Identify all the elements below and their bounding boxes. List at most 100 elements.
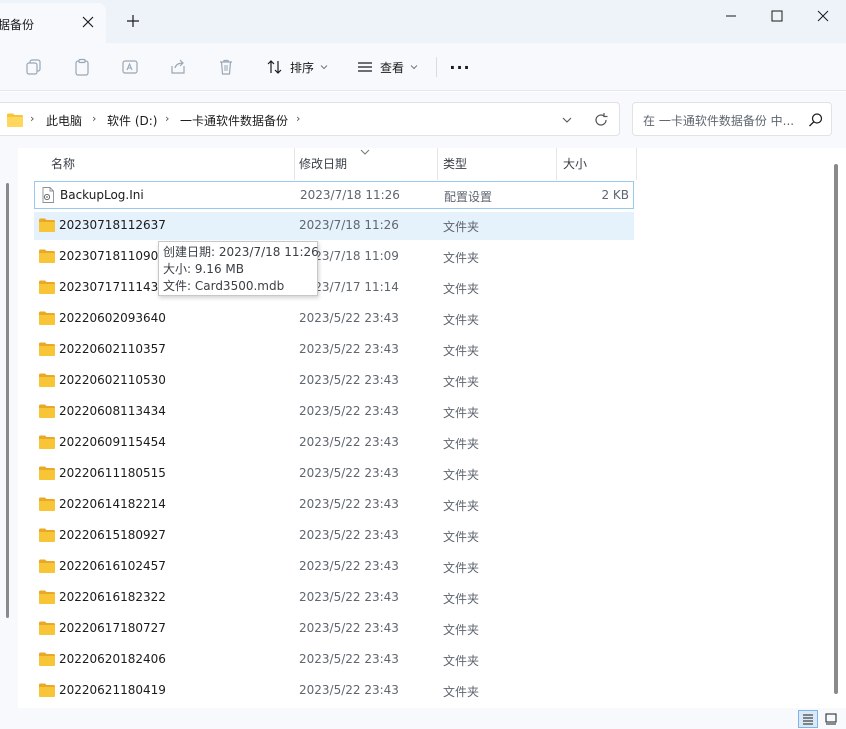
item-modified-date: 2023/5/22 23:43 — [299, 528, 399, 542]
address-bar[interactable]: › 此电脑 › 软件 (D:) › 一卡通软件数据备份 › — [0, 102, 620, 136]
column-header-date[interactable]: 修改日期 — [295, 148, 437, 180]
refresh-icon[interactable] — [592, 111, 610, 129]
details-view-button[interactable] — [798, 710, 818, 728]
folder-icon — [39, 683, 55, 697]
folder-row[interactable]: 20220614182214 2023/5/22 23:43 文件夹 — [34, 491, 634, 519]
folder-row[interactable]: 20220609115454 2023/5/22 23:43 文件夹 — [34, 429, 634, 457]
search-icon — [809, 113, 823, 127]
folder-row[interactable]: 20220616182322 2023/5/22 23:43 文件夹 — [34, 584, 634, 612]
minimize-icon — [726, 15, 736, 17]
breadcrumb-backup-folder[interactable]: 一卡通软件数据备份 — [180, 112, 288, 129]
breadcrumb-separator: › — [296, 112, 301, 125]
item-type: 文件夹 — [443, 499, 480, 513]
view-label: 查看 — [380, 60, 405, 75]
tab-current[interactable]: 数据备份 — [0, 3, 106, 43]
item-modified-date: 2023/5/22 23:43 — [299, 373, 399, 387]
column-divider[interactable] — [636, 148, 637, 180]
item-type: 文件夹 — [443, 437, 480, 451]
folder-row[interactable]: 20220602093640 2023/5/22 23:43 文件夹 — [34, 305, 634, 333]
item-name: 20220615180927 — [59, 528, 166, 542]
folder-icon — [39, 342, 55, 356]
title-bar: 数据备份 — [0, 0, 846, 43]
column-header-size[interactable]: 大小 — [557, 148, 637, 180]
folder-row[interactable]: 20220602110357 2023/5/22 23:43 文件夹 — [34, 336, 634, 364]
paste-button[interactable] — [70, 55, 94, 79]
folder-icon — [39, 280, 55, 294]
item-name: 20220621180419 — [59, 683, 166, 697]
delete-button[interactable] — [214, 55, 238, 79]
item-type: 文件夹 — [443, 375, 480, 389]
item-type: 文件夹 — [443, 561, 480, 575]
folder-row[interactable]: 20220615180927 2023/5/22 23:43 文件夹 — [34, 522, 634, 550]
breadcrumb-separator: › — [165, 112, 170, 125]
sort-icon — [267, 60, 282, 74]
column-header-name[interactable]: 名称 — [34, 148, 294, 180]
more-options-button[interactable]: ··· — [448, 55, 472, 79]
folder-row[interactable]: 20230718112637 2023/7/18 11:26 文件夹 — [34, 212, 634, 240]
share-icon — [171, 59, 185, 74]
folder-icon — [39, 435, 55, 449]
folder-row[interactable]: 20220621180419 2023/5/22 23:43 文件夹 — [34, 677, 634, 705]
folder-icon — [39, 497, 55, 511]
folder-row[interactable]: 20220611180515 2023/5/22 23:43 文件夹 — [34, 460, 634, 488]
maximize-button[interactable] — [754, 0, 800, 32]
breadcrumb-separator: › — [92, 112, 97, 125]
breadcrumb-drive-d[interactable]: 软件 (D:) — [107, 112, 157, 129]
item-name: 20230717111439 — [59, 280, 166, 294]
folder-row[interactable]: 20220617180727 2023/5/22 23:43 文件夹 — [34, 615, 634, 643]
sort-button[interactable]: 排序 — [266, 54, 328, 80]
column-header-type[interactable]: 类型 — [438, 148, 556, 180]
search-box[interactable]: 在 一卡通软件数据备份 中... — [632, 102, 832, 136]
tiles-view-button[interactable] — [821, 710, 841, 728]
folder-icon — [39, 652, 55, 666]
search-placeholder: 在 一卡通软件数据备份 中... — [643, 114, 795, 128]
item-type: 文件夹 — [443, 344, 480, 358]
item-modified-date: 2023/5/22 23:43 — [299, 311, 399, 325]
breadcrumb-this-pc[interactable]: 此电脑 — [46, 112, 82, 129]
minimize-button[interactable] — [708, 0, 754, 32]
breadcrumb-separator: › — [30, 112, 35, 125]
vertical-scrollbar[interactable] — [834, 164, 838, 694]
folder-icon — [39, 249, 55, 263]
item-modified-date: 2023/7/18 11:26 — [299, 218, 399, 232]
status-bar — [0, 708, 846, 729]
folder-row[interactable]: 20220620182406 2023/5/22 23:43 文件夹 — [34, 646, 634, 674]
close-icon[interactable] — [80, 14, 96, 30]
view-button[interactable]: 查看 — [356, 54, 418, 80]
tab-title: 数据备份 — [0, 18, 35, 32]
navigation-pane-edge — [0, 148, 18, 708]
item-name: 20230718112637 — [59, 218, 166, 232]
folder-row[interactable]: 20230717111439 2023/7/17 11:14 文件夹 — [34, 274, 634, 302]
rename-button[interactable] — [118, 55, 142, 79]
item-type: 文件夹 — [443, 592, 480, 606]
item-name: 20220611180515 — [59, 466, 166, 480]
tooltip-size: 大小: 9.16 MB — [163, 262, 244, 276]
folder-row[interactable]: 20230718110909 2023/7/18 11:09 文件夹 — [34, 243, 634, 271]
item-modified-date: 2023/5/22 23:43 — [299, 466, 399, 480]
item-name: 20220602110357 — [59, 342, 166, 356]
chevron-down-icon[interactable] — [558, 112, 576, 128]
folder-icon — [39, 373, 55, 387]
share-button[interactable] — [166, 55, 190, 79]
item-name: 20220608113434 — [59, 404, 166, 418]
chevron-down-icon — [410, 65, 418, 70]
folder-icon — [39, 559, 55, 573]
folder-row[interactable]: 20220602110530 2023/5/22 23:43 文件夹 — [34, 367, 634, 395]
plus-icon[interactable] — [124, 12, 142, 30]
folder-icon — [7, 113, 23, 127]
folder-icon — [39, 621, 55, 635]
item-name: 20220620182406 — [59, 652, 166, 666]
rename-icon — [122, 60, 138, 74]
tiles-view-icon — [825, 713, 837, 725]
tooltip-created: 创建日期: 2023/7/18 11:26 — [163, 245, 319, 259]
folder-row[interactable]: 20220608113434 2023/5/22 23:43 文件夹 — [34, 398, 634, 426]
copy-button[interactable] — [22, 55, 46, 79]
close-window-button[interactable] — [800, 0, 846, 32]
folder-row[interactable]: 20220616102457 2023/5/22 23:43 文件夹 — [34, 553, 634, 581]
item-name: 20220616102457 — [59, 559, 166, 573]
item-modified-date: 2023/5/22 23:43 — [299, 404, 399, 418]
maximize-icon — [771, 10, 783, 22]
file-row[interactable]: BackupLog.Ini 2023/7/18 11:26 配置设置 2 KB — [34, 181, 634, 209]
navigation-scrollbar[interactable] — [6, 183, 9, 618]
item-modified-date: 2023/5/22 23:43 — [299, 342, 399, 356]
